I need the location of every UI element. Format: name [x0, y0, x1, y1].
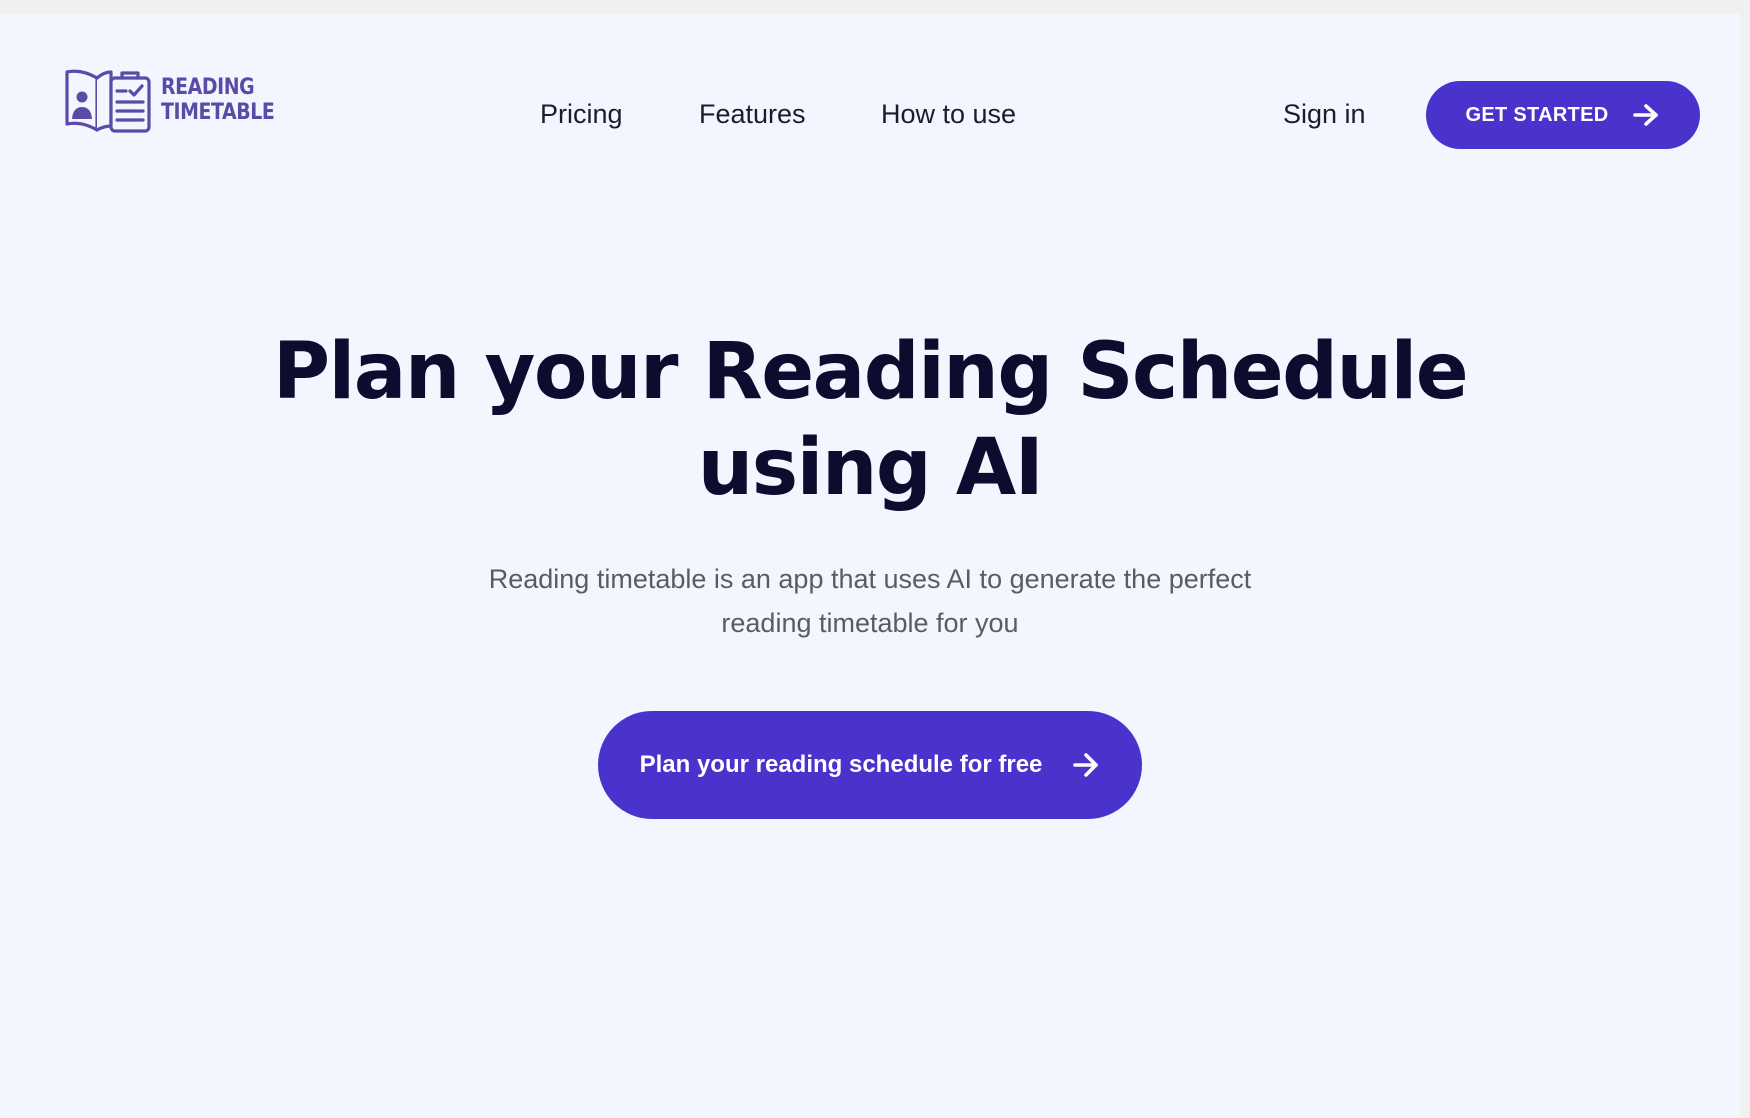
landing-page: READING TIMETABLE Pricing Features How t…: [0, 14, 1740, 1118]
book-checklist-icon: [65, 69, 151, 133]
sign-in-link[interactable]: Sign in: [1283, 94, 1366, 134]
arrow-right-icon: [1073, 753, 1099, 777]
nav-link-how-to-use[interactable]: How to use: [881, 94, 1016, 134]
plan-schedule-label: Plan your reading schedule for free: [639, 751, 1043, 778]
logo[interactable]: READING TIMETABLE: [64, 66, 293, 134]
nav-link-pricing[interactable]: Pricing: [540, 94, 623, 134]
hero-title-line-1: Plan your Reading Schedule: [272, 327, 1469, 417]
hero-subtitle: Reading timetable is an app that uses AI…: [488, 564, 1252, 638]
plan-schedule-button[interactable]: Plan your reading schedule for free: [598, 711, 1142, 819]
get-started-label: GET STARTED: [1465, 103, 1609, 126]
hero-title-line-2: using AI: [697, 423, 1044, 513]
logo-wordmark: READING TIMETABLE: [161, 75, 275, 125]
get-started-button[interactable]: GET STARTED: [1426, 81, 1700, 149]
hero-title: Plan your Reading Schedule using AI: [0, 324, 1740, 516]
logo-line-1: READING: [161, 75, 255, 100]
nav-link-features[interactable]: Features: [699, 94, 806, 134]
arrow-right-icon: [1633, 104, 1659, 126]
logo-line-2: TIMETABLE: [161, 100, 275, 125]
